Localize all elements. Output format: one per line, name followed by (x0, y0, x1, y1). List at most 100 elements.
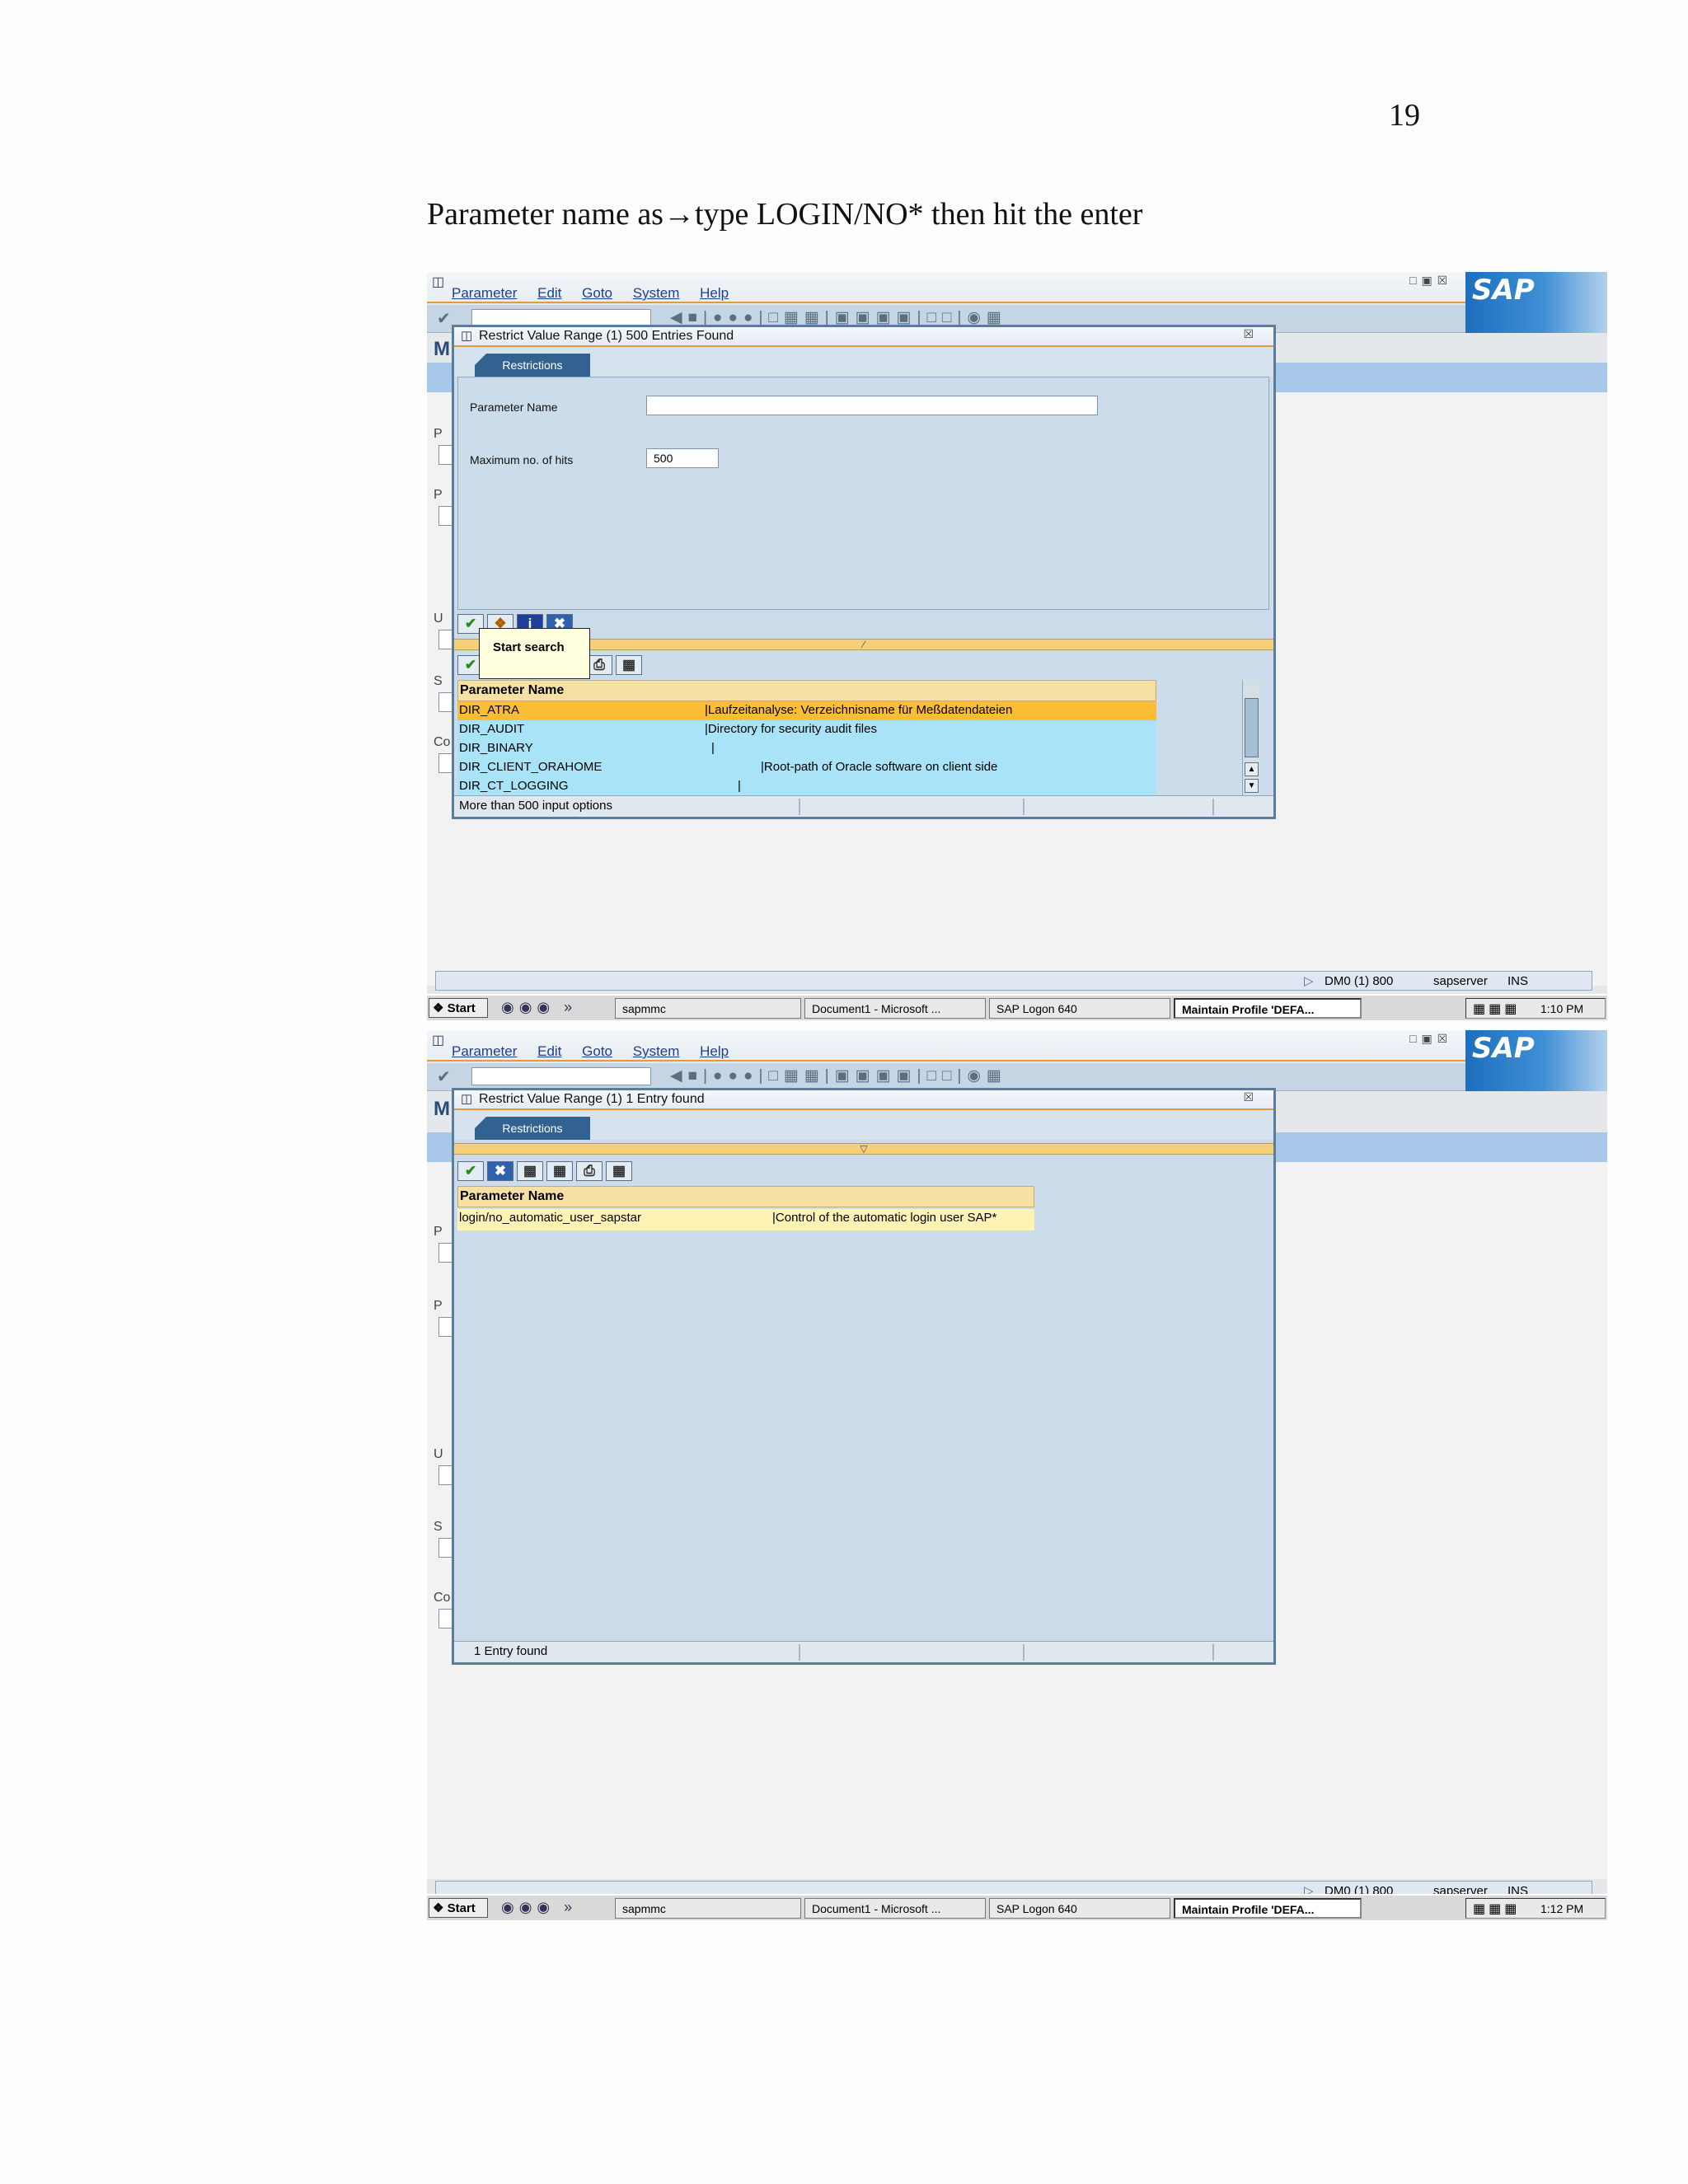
restrict-value-range-dialog: ◫ Restrict Value Range (1) 500 Entries F… (452, 325, 1276, 819)
parameter-name-label: Parameter Name (470, 401, 558, 414)
window-menu-icon[interactable]: ◫ (432, 1032, 444, 1048)
splitter-bar[interactable]: ▽ (454, 1143, 1273, 1155)
grid-header[interactable]: Parameter Name (457, 680, 1156, 701)
menu-edit[interactable]: Edit (537, 285, 561, 301)
enter-icon[interactable]: ✔ (437, 308, 451, 329)
table-row[interactable]: DIR_AUDIT |Directory for security audit … (457, 720, 1156, 739)
param-desc-cell: |Directory for security audit files (705, 722, 877, 736)
background-label: P (434, 427, 443, 441)
grid-header[interactable]: Parameter Name (457, 1186, 1034, 1207)
menu-help[interactable]: Help (700, 285, 729, 301)
tray-icons[interactable]: ▦▦▦ (1473, 1001, 1520, 1017)
param-desc-cell: | (711, 741, 715, 755)
param-name-cell: DIR_AUDIT (459, 722, 525, 736)
tooltip-start-search: Start search (479, 628, 590, 679)
task-button-document1[interactable]: Document1 - Microsoft ... (804, 1898, 986, 1919)
parameter-name-input[interactable] (646, 396, 1098, 415)
menu-help[interactable]: Help (700, 1043, 729, 1059)
find-next-icon[interactable]: ▦ (546, 1161, 573, 1181)
param-name-cell: DIR_ATRA (459, 703, 520, 717)
menu-parameter[interactable]: Parameter (452, 1043, 517, 1059)
table-row[interactable]: DIR_BINARY | (457, 739, 1156, 758)
system-tray: ▦▦▦ 1:12 PM (1465, 1898, 1606, 1919)
menu-system[interactable]: System (633, 1043, 680, 1059)
background-label: S (434, 1520, 443, 1534)
find-icon[interactable]: ▦ (517, 1161, 543, 1181)
table-row[interactable]: login/no_automatic_user_sapstar |Control… (457, 1209, 1034, 1230)
quick-launch-icons[interactable]: ◉◉◉ » (501, 1899, 577, 1916)
menu-system[interactable]: System (633, 285, 680, 301)
task-button-maintain-profile[interactable]: Maintain Profile 'DEFA... (1174, 1898, 1362, 1919)
table-row[interactable]: DIR_CLIENT_ORAHOME |Root-path of Oracle … (457, 758, 1156, 777)
command-field[interactable] (471, 1067, 651, 1085)
task-button-sapmmc[interactable]: sapmmc (615, 998, 801, 1019)
sap-status-bar: ▷ DM0 (1) 800 sapserver INS (435, 971, 1592, 991)
instruction-text: Parameter name as→type LOGIN/NO* then hi… (427, 197, 1143, 232)
window-menu-icon[interactable]: ◫ (432, 274, 444, 290)
clock: 1:12 PM (1540, 1902, 1584, 1915)
page-number: 19 (1389, 98, 1420, 133)
tab-strip: Restrictions (454, 347, 1273, 377)
toolbar-icons[interactable]: ◀■|●●●|□▦▦|▣▣▣▣|□□|◉▦ (670, 1066, 1007, 1085)
start-button[interactable]: ❖ Start (429, 1898, 488, 1918)
window-controls-icon[interactable]: □▣☒ (1409, 1032, 1452, 1046)
input-mode: INS (1507, 974, 1529, 988)
param-desc-cell: | (738, 779, 741, 793)
background-label: P (434, 1225, 443, 1239)
table-row[interactable]: DIR_ATRA |Laufzeitanalyse: Verzeichnisna… (457, 701, 1156, 720)
tab-strip: Restrictions (454, 1110, 1273, 1140)
background-label: U (434, 612, 443, 626)
tab-restrictions[interactable]: Restrictions (475, 1117, 590, 1140)
background-label: P (434, 488, 443, 502)
menu-parameter[interactable]: Parameter (452, 285, 517, 301)
param-name-cell: DIR_BINARY (459, 741, 533, 755)
dialog-status-bar: 1 Entry found (454, 1641, 1273, 1662)
menu-goto[interactable]: Goto (582, 285, 612, 301)
clipboard-icon[interactable]: ▦ (606, 1161, 632, 1181)
grid-toolbar: ✔ ✖ ▦ ▦ ⎙ ▦ (457, 1161, 632, 1181)
enter-icon[interactable]: ✔ (437, 1066, 451, 1087)
clipboard-icon[interactable]: ▦ (616, 655, 642, 675)
start-button[interactable]: ❖ Start (429, 998, 488, 1018)
scrollbar-thumb[interactable] (1245, 698, 1259, 757)
task-button-sap-logon[interactable]: SAP Logon 640 (989, 998, 1170, 1019)
cancel-icon[interactable]: ✖ (487, 1161, 513, 1181)
standard-toolbar: ✔ ◀■|●●●|□▦▦|▣▣▣▣|□□|◉▦ (427, 1063, 1465, 1091)
dialog-icon: ◫ (461, 1092, 473, 1106)
window-controls-icon[interactable]: □▣☒ (1409, 274, 1452, 288)
task-button-sap-logon[interactable]: SAP Logon 640 (989, 1898, 1170, 1919)
dialog-status-bar: More than 500 input options (454, 795, 1273, 817)
close-icon[interactable]: ☒ (1243, 1090, 1254, 1104)
copy-icon[interactable]: ✔ (457, 1161, 484, 1181)
quick-launch-icons[interactable]: ◉◉◉ » (501, 999, 577, 1016)
windows-taskbar: ❖ Start ◉◉◉ » sapmmc Document1 - Microso… (427, 1894, 1607, 1920)
dialog-status-text: 1 Entry found (474, 1644, 548, 1658)
server-info: sapserver (1433, 974, 1488, 988)
status-expand-icon[interactable]: ▷ (1304, 973, 1314, 988)
menu-edit[interactable]: Edit (537, 1043, 561, 1059)
grid-scrollbar[interactable]: ▲ ▼ (1242, 680, 1260, 799)
dialog-title-bar: ◫ Restrict Value Range (1) 500 Entries F… (454, 327, 1273, 347)
task-button-document1[interactable]: Document1 - Microsoft ... (804, 998, 986, 1019)
tab-restrictions[interactable]: Restrictions (475, 354, 590, 377)
menu-bar: ◫ Parameter Edit Goto System Help □▣☒ (427, 272, 1607, 303)
scroll-up-icon[interactable]: ▲ (1245, 762, 1259, 776)
system-tray: ▦▦▦ 1:10 PM (1465, 998, 1606, 1019)
restrictions-panel: Parameter Name Maximum no. of hits 500 (457, 377, 1269, 610)
scroll-down-icon[interactable]: ▼ (1245, 779, 1259, 793)
task-button-sapmmc[interactable]: sapmmc (615, 1898, 801, 1919)
background-label: Co (434, 735, 451, 749)
menu-goto[interactable]: Goto (582, 1043, 612, 1059)
sap-screenshot-2: ◫ Parameter Edit Goto System Help □▣☒ SA… (427, 1030, 1607, 1920)
print-icon[interactable]: ⎙ (576, 1161, 603, 1181)
param-desc-cell: |Laufzeitanalyse: Verzeichnisname für Me… (705, 703, 1013, 717)
restrict-value-range-dialog: ◫ Restrict Value Range (1) 1 Entry found… (452, 1088, 1276, 1665)
param-desc-cell: |Root-path of Oracle software on client … (761, 760, 998, 774)
menu-bar: ◫ Parameter Edit Goto System Help □▣☒ (427, 1030, 1607, 1062)
close-icon[interactable]: ☒ (1243, 327, 1254, 341)
system-info: DM0 (1) 800 (1325, 974, 1394, 988)
dialog-icon: ◫ (461, 329, 473, 343)
task-button-maintain-profile[interactable]: Maintain Profile 'DEFA... (1174, 998, 1362, 1019)
tray-icons[interactable]: ▦▦▦ (1473, 1900, 1520, 1917)
max-hits-input[interactable]: 500 (646, 448, 719, 468)
